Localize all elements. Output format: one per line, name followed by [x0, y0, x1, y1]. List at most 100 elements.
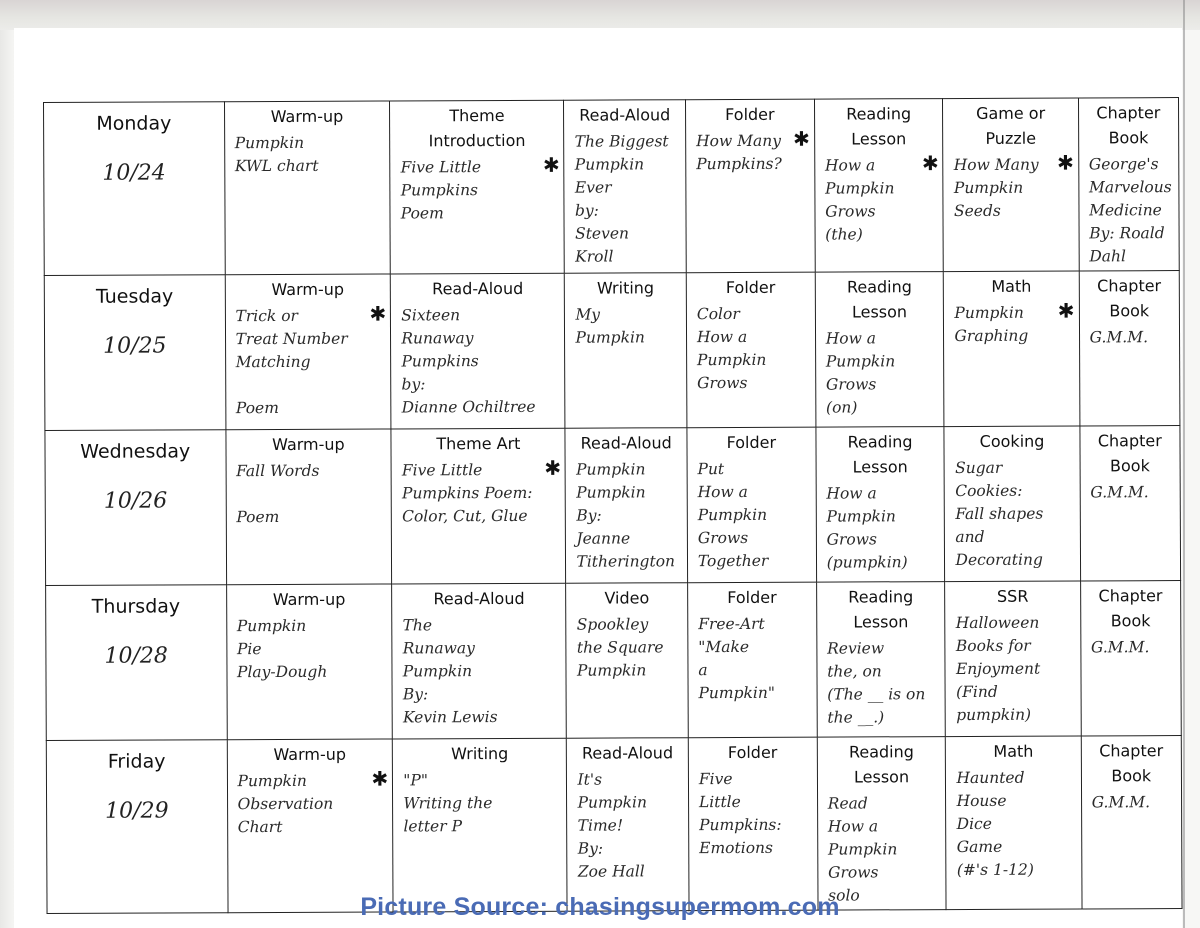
activity-cell: Folder Free-Art "Make a Pumpkin" [687, 582, 817, 738]
activity-subject: Warm-up [272, 434, 345, 455]
activity-cell: Chapter Book G.M.M. [1079, 425, 1181, 581]
activity-cell: Chapter Book George's Marvelous Medicine … [1078, 97, 1180, 271]
activity-note: Fall Words Poem [230, 460, 387, 530]
activity-note-text: Free-Art "Make a Pumpkin" [698, 614, 776, 703]
activity-subject: Folder [727, 742, 778, 763]
day-name: Friday [107, 750, 166, 773]
activity-cell: Folder Color How a Pumpkin Grows [686, 272, 816, 428]
activity-note: Haunted House Dice Game (#'s 1-12) [950, 766, 1077, 882]
activity-cell: Math ✱ Pumpkin Graphing [943, 270, 1080, 427]
activity-note-text: How a Pumpkin Grows (the) [824, 156, 895, 244]
activity-note-text: The Runaway Pumpkin By: Kevin Lewis [402, 616, 498, 727]
activity-subject: Chapter Book [1098, 586, 1163, 631]
activity-subject: Theme Introduction [428, 105, 526, 151]
day-row-monday: Monday 10/24 Warm-up Pumpkin KWL chart Theme… [43, 97, 1180, 276]
activity-note: Review the, on (The __ is on the __.) [821, 637, 941, 730]
activity-subject: Warm-up [271, 279, 345, 300]
activity-cell: Warm-up Fall Words Poem [225, 428, 392, 585]
activity-note-text: G.M.M. [1089, 328, 1149, 347]
activity-note: Pumpkin Graphing [948, 302, 1074, 349]
activity-note: G.M.M. [1086, 791, 1177, 814]
activity-note-text: How a Pumpkin Grows (on) [825, 329, 896, 417]
activity-note: Five Little Pumpkins: Emotions [693, 768, 813, 861]
activity-note-text: G.M.M. [1090, 638, 1150, 657]
activity-note-text: My Pumpkin [575, 305, 645, 347]
activity-subject: Chapter Book [1097, 276, 1162, 321]
star-marker-icon: ✱ [544, 455, 562, 480]
activity-note: Pumpkin Pie Play-Dough [231, 615, 388, 685]
day-cell: Wednesday 10/26 [44, 429, 227, 586]
activity-subject: Folder [726, 432, 777, 453]
star-marker-icon: ✱ [1057, 150, 1074, 175]
activity-subject: Read-Aloud [433, 588, 525, 609]
activity-subject: Folder [725, 104, 775, 125]
activity-note: Trick or Treat Number Matching Poem [229, 305, 386, 421]
activity-note-text: Pumpkin Pie Play-Dough [236, 616, 328, 682]
activity-note: How Many Pumpkins? [690, 130, 810, 177]
activity-note-text: Five Little Pumpkins Poem [400, 158, 482, 223]
activity-note-text: Review the, on (The __ is on the __.) [827, 639, 926, 727]
activity-subject: Warm-up [273, 744, 347, 765]
activity-note-text: Sixteen Runaway Pumpkins by: Dianne Ochi… [401, 306, 536, 417]
activity-note: Five Little Pumpkins Poem: Color, Cut, G… [396, 459, 562, 529]
activity-note-text: Five Little Pumpkins Poem: Color, Cut, G… [401, 461, 533, 526]
activity-cell: Writing "P" Writing the letter P [392, 738, 568, 912]
activity-note-text: It's Pumpkin Time! By: Zoe Hall [577, 770, 647, 881]
activity-note-text: Sugar Cookies: Fall shapes and Decoratin… [955, 458, 1044, 570]
activity-subject: Read-Aloud [432, 278, 524, 299]
activity-cell: Folder Put How a Pumpkin Grows Together [686, 427, 817, 583]
day-cell: Friday 10/29 [46, 739, 228, 914]
activity-cell: Reading Lesson How a Pumpkin Grows (on) [814, 271, 945, 428]
activity-subject: Folder [727, 587, 777, 608]
day-date: 10/28 [104, 643, 168, 669]
activity-subject: Chapter Book [1097, 431, 1162, 476]
activity-subject: Reading Lesson [846, 104, 912, 149]
activity-note: Pumpkin Pumpkin By: Jeanne Titherington [570, 458, 683, 573]
activity-cell: Chapter Book G.M.M. [1080, 735, 1183, 909]
activity-note: "P" Writing the letter P [397, 769, 563, 839]
activity-note-text: Pumpkin KWL chart [234, 133, 319, 176]
activity-note: Color How a Pumpkin Grows [691, 303, 811, 396]
activity-cell: Reading Lesson Review the, on (The __ is … [816, 581, 946, 738]
activity-note: Five Little Pumpkins Poem [395, 156, 561, 226]
activity-subject: Reading Lesson [848, 742, 914, 787]
activity-cell: Reading Lesson Read How a Pumpkin Grows s… [816, 736, 947, 911]
day-name: Thursday [91, 595, 181, 618]
activity-cell: Reading Lesson How a Pumpkin Grows (pumpk… [815, 426, 946, 583]
activity-note-text: Spookley the Square Pumpkin [576, 615, 664, 680]
activity-note-text: Haunted House Dice Game (#'s 1-12) [956, 768, 1034, 880]
lesson-plan-grid: Monday 10/24 Warm-up Pumpkin KWL chart Theme… [43, 97, 1183, 914]
activity-subject: Reading Lesson [847, 432, 913, 477]
activity-note-text: Pumpkin Pumpkin By: Jeanne Titherington [576, 460, 676, 571]
activity-subject: Read-Aloud [581, 743, 674, 763]
activity-note-text: G.M.M. [1091, 793, 1151, 812]
activity-subject: Reading Lesson [848, 587, 914, 632]
activity-subject: Writing [451, 743, 509, 764]
activity-note: Spookley the Square Pumpkin [571, 613, 684, 682]
activity-note: Sugar Cookies: Fall shapes and Decoratin… [949, 456, 1076, 572]
day-date: 10/24 [102, 160, 166, 186]
activity-cell: Chapter Book G.M.M. [1078, 270, 1180, 426]
activity-note-text: Five Little Pumpkins: Emotions [698, 769, 782, 858]
activity-subject: Warm-up [272, 589, 346, 610]
activity-note-text: Trick or Treat Number Matching Poem [235, 306, 348, 418]
activity-subject: Reading Lesson [846, 277, 912, 322]
activity-subject: Read-Aloud [579, 105, 671, 125]
activity-cell: Cooking Sugar Cookies: Fall shapes and De… [944, 425, 1081, 582]
activity-note-text: How Many Pumpkin Seeds [953, 155, 1039, 221]
activity-subject: Video [604, 588, 650, 608]
activity-cell: Read-Aloud It's Pumpkin Time! By: Zoe Hal… [566, 737, 689, 912]
activity-cell: Warm-up Pumpkin KWL chart [224, 100, 391, 275]
activity-note: Put How a Pumpkin Grows Together [691, 458, 811, 574]
activity-note-text: Pumpkin Graphing [954, 303, 1029, 346]
activity-note: Halloween Books for Enjoyment (Find pump… [950, 611, 1077, 727]
activity-note: How a Pumpkin Grows (on) [820, 327, 940, 420]
day-date: 10/25 [103, 333, 167, 359]
activity-cell: Writing My Pumpkin [564, 272, 687, 429]
activity-cell: Game or Puzzle ✱ How Many Pumpkin Seeds [942, 97, 1079, 272]
day-cell: Monday 10/24 [43, 101, 225, 276]
activity-note: Read How a Pumpkin Grows solo [822, 792, 942, 908]
activity-cell: Folder Five Little Pumpkins: Emotions [688, 737, 818, 911]
activity-note: Pumpkin KWL chart [229, 132, 386, 179]
activity-note-text: Color How a Pumpkin Grows [696, 304, 767, 393]
